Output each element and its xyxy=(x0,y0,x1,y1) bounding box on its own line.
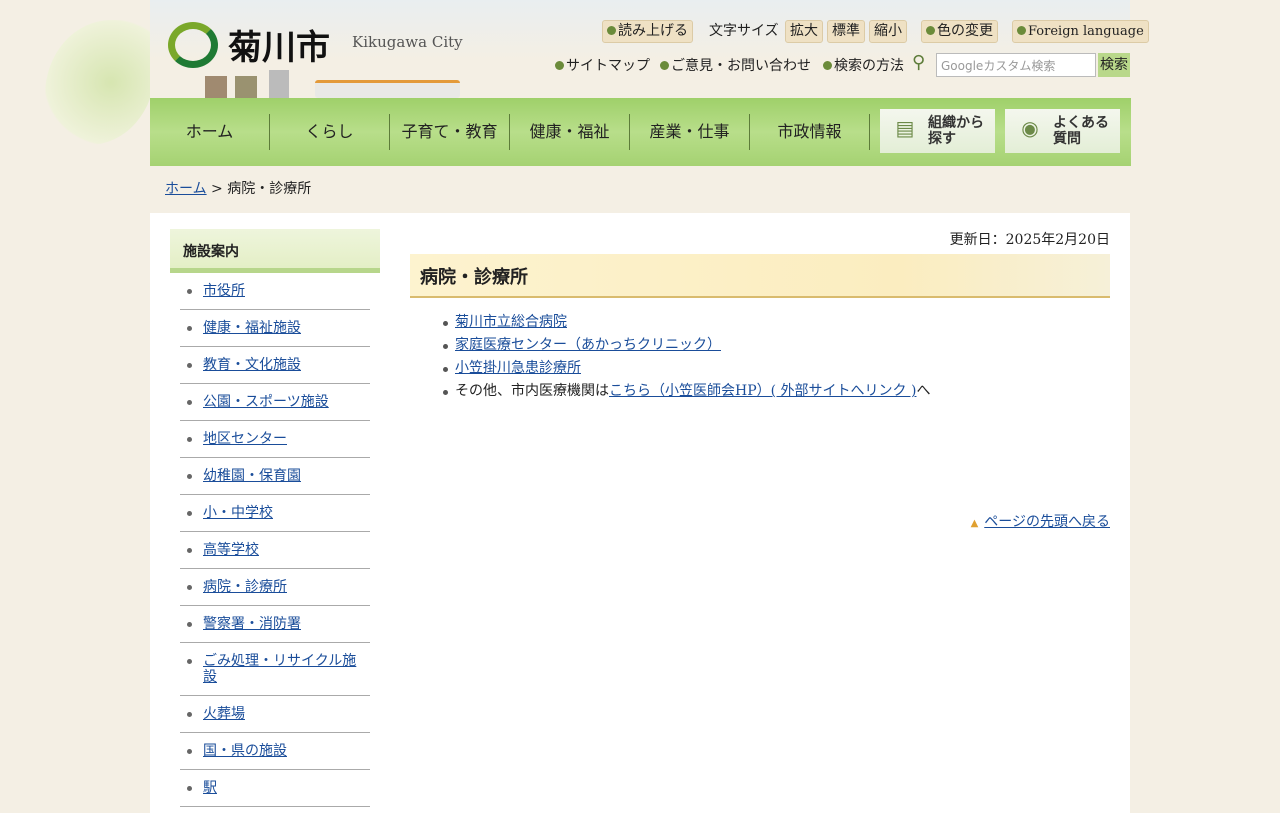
site-logo[interactable]: 菊川市 xyxy=(168,20,330,69)
hospital-link[interactable]: 家庭医療センター（あかっちクリニック） xyxy=(455,337,721,353)
sidebar-item: 小・中学校 xyxy=(180,495,370,532)
sitemap-label: サイトマップ xyxy=(566,58,650,74)
color-change-label: 色の変更 xyxy=(937,23,993,39)
search-icon: ⚲ xyxy=(912,52,926,73)
house-icon xyxy=(205,76,227,98)
sidebar-link[interactable]: 地区センター xyxy=(203,431,287,447)
org-search-button[interactable]: ▤ 組織から探す xyxy=(880,109,995,153)
external-link[interactable]: こちら（小笠医師会HP）( 外部サイトへリンク ) xyxy=(609,383,916,399)
main-area: 施設案内 市役所健康・福祉施設 教育・文化施設公園・スポーツ施設 地区センター 幼稚園… xyxy=(150,213,1130,813)
arrow-icon xyxy=(926,26,935,35)
building-icon xyxy=(269,70,289,98)
color-change-button[interactable]: 色の変更 xyxy=(921,20,998,43)
faq-label: よくある質問 xyxy=(1053,115,1109,147)
sidebar-link[interactable]: 健康・福祉施設 xyxy=(203,320,301,336)
sidebar-link[interactable]: 国・県の施設 xyxy=(203,743,287,759)
font-size-large-button[interactable]: 拡大 xyxy=(785,20,823,43)
breadcrumb-current: 病院・診療所 xyxy=(227,181,312,197)
sidebar-item: 病院・診療所 xyxy=(180,569,370,606)
nav-childcare-education[interactable]: 子育て・教育 xyxy=(390,114,510,150)
list-item: 菊川市立総合病院 xyxy=(443,311,1110,334)
nav-living[interactable]: くらし xyxy=(270,114,390,150)
hospital-link[interactable]: 小笠掛川急患診療所 xyxy=(455,360,581,376)
sidebar-link[interactable]: 駅 xyxy=(203,780,217,796)
arrow-icon xyxy=(555,61,564,70)
nav-home[interactable]: ホーム xyxy=(150,114,270,150)
sidebar-item: ごみ処理・リサイクル施設 xyxy=(180,643,370,696)
speech-bubble-icon: ◉ xyxy=(1021,116,1039,140)
breadcrumb: ホーム > 病院・診療所 xyxy=(165,178,311,198)
sidebar-item: 幼稚園・保育園 xyxy=(180,458,370,495)
main-nav: ホーム くらし 子育て・教育 健康・福祉 産業・仕事 市政情報 ▤ 組織から探す … xyxy=(150,98,1131,166)
sidebar-item: 健康・福祉施設 xyxy=(180,310,370,347)
contact-link[interactable]: ご意見・お問い合わせ xyxy=(660,55,811,75)
leaf-decoration xyxy=(45,20,155,145)
sidebar-link[interactable]: 公園・スポーツ施設 xyxy=(203,394,329,410)
org-search-label: 組織から探す xyxy=(928,115,984,147)
sidebar-item: 高等学校 xyxy=(180,532,370,569)
other-suffix: へ xyxy=(916,383,931,399)
faq-button[interactable]: ◉ よくある質問 xyxy=(1005,109,1120,153)
sidebar-title: 施設案内 xyxy=(170,229,380,273)
font-size-normal-button[interactable]: 標準 xyxy=(827,20,865,43)
page-top-link[interactable]: ページの先頭へ戻る xyxy=(971,511,1110,531)
house-icon xyxy=(235,76,257,98)
updated-date: 更新日：2025年2月20日 xyxy=(949,232,1110,248)
arrow-icon xyxy=(1017,26,1026,35)
arrow-icon xyxy=(607,26,616,35)
sidebar-item: 駅 xyxy=(180,770,370,807)
sitemap-link[interactable]: サイトマップ xyxy=(555,55,650,75)
foreign-language-label: Foreign language xyxy=(1028,24,1144,39)
sidebar-link[interactable]: 小・中学校 xyxy=(203,505,273,521)
font-size-label: 文字サイズ xyxy=(709,23,779,39)
town-illustration xyxy=(195,68,615,98)
read-aloud-label: 読み上げる xyxy=(618,23,688,39)
train-icon xyxy=(315,80,460,98)
sidebar-link[interactable]: 高等学校 xyxy=(203,542,259,558)
sidebar-item: 公園・スポーツ施設 xyxy=(180,384,370,421)
sidebar-item: 地区センター xyxy=(180,421,370,458)
arrow-icon xyxy=(660,61,669,70)
sidebar-item: 警察署・消防署 xyxy=(180,606,370,643)
foreign-language-button[interactable]: Foreign language xyxy=(1012,20,1149,43)
sidebar-link[interactable]: ごみ処理・リサイクル施設 xyxy=(203,653,356,685)
nav-industry-work[interactable]: 産業・仕事 xyxy=(630,114,750,150)
sidebar-link[interactable]: 市役所 xyxy=(203,283,245,299)
list-item: その他、市内医療機関はこちら（小笠医師会HP）( 外部サイトへリンク )へ xyxy=(443,380,1110,403)
contact-label: ご意見・お問い合わせ xyxy=(671,58,811,74)
sidebar-link[interactable]: 幼稚園・保育園 xyxy=(203,468,301,484)
sidebar-link[interactable]: 教育・文化施設 xyxy=(203,357,301,373)
breadcrumb-home-link[interactable]: ホーム xyxy=(165,181,207,197)
sidebar-link[interactable]: 病院・診療所 xyxy=(203,579,287,595)
sidebar-item: 火葬場 xyxy=(180,696,370,733)
breadcrumb-separator: > xyxy=(206,181,228,197)
content: 更新日：2025年2月20日 病院・診療所 菊川市立総合病院 家庭医療センター（… xyxy=(410,229,1110,530)
sidebar-link[interactable]: 警察署・消防署 xyxy=(203,616,301,632)
hospital-link[interactable]: 菊川市立総合病院 xyxy=(455,314,567,330)
read-aloud-button[interactable]: 読み上げる xyxy=(602,20,693,43)
org-chart-icon: ▤ xyxy=(895,116,915,140)
sidebar-link[interactable]: 火葬場 xyxy=(203,706,245,722)
logo-text: 菊川市 xyxy=(228,28,330,68)
sidebar-item: 市役所 xyxy=(180,273,370,310)
sidebar: 施設案内 市役所健康・福祉施設 教育・文化施設公園・スポーツ施設 地区センター 幼稚園… xyxy=(170,229,380,807)
search-help-link[interactable]: 検索の方法 xyxy=(823,55,904,75)
font-size-small-button[interactable]: 縮小 xyxy=(869,20,907,43)
nav-health-welfare[interactable]: 健康・福祉 xyxy=(510,114,630,150)
sidebar-item: 教育・文化施設 xyxy=(180,347,370,384)
arrow-icon xyxy=(823,61,832,70)
other-prefix: その他、市内医療機関は xyxy=(455,383,609,399)
city-emblem-icon xyxy=(168,21,218,68)
hospital-list: 菊川市立総合病院 家庭医療センター（あかっちクリニック） 小笠掛川急患診療所 そ… xyxy=(443,311,1110,403)
search-button[interactable]: 検索 xyxy=(1098,53,1130,77)
sidebar-list: 市役所健康・福祉施設 教育・文化施設公園・スポーツ施設 地区センター 幼稚園・保育園小… xyxy=(180,273,370,807)
logo-subtitle: Kikugawa City xyxy=(352,33,463,51)
page-title: 病院・診療所 xyxy=(410,254,1110,298)
search-input[interactable]: Googleカスタム検索 xyxy=(936,53,1096,77)
nav-city-info[interactable]: 市政情報 xyxy=(750,114,870,150)
search-help-label: 検索の方法 xyxy=(834,58,904,74)
sidebar-item: 国・県の施設 xyxy=(180,733,370,770)
list-item: 小笠掛川急患診療所 xyxy=(443,357,1110,380)
list-item: 家庭医療センター（あかっちクリニック） xyxy=(443,334,1110,357)
